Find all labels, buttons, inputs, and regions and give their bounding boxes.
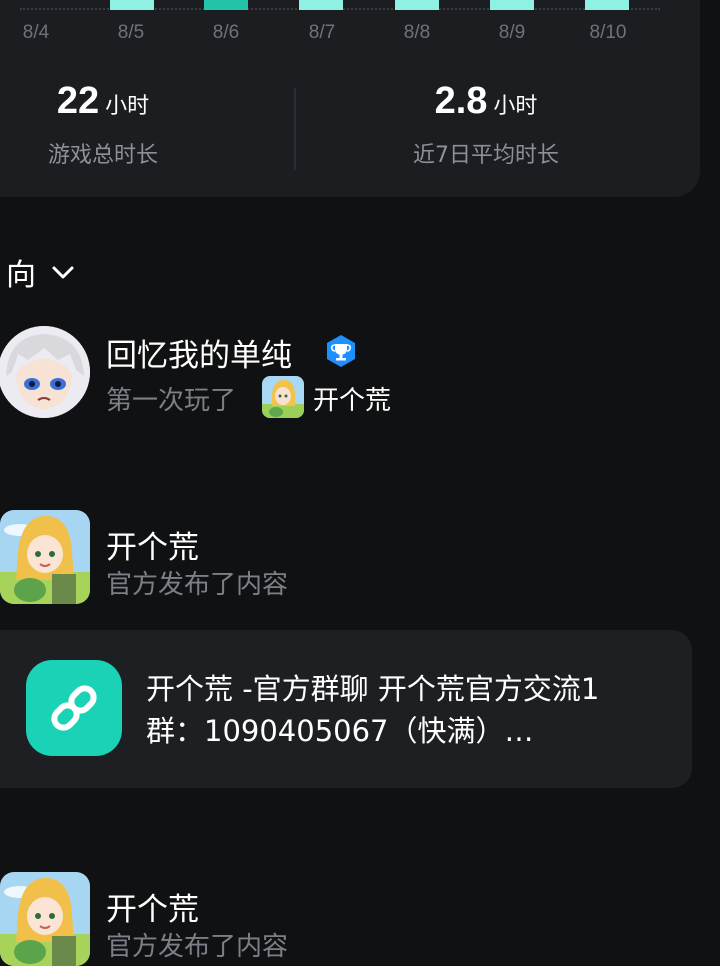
user-game-link[interactable]: 开个荒 (313, 380, 391, 417)
game-art-icon (0, 872, 90, 966)
bar-8-5[interactable] (110, 0, 154, 10)
date-label: 8/8 (403, 22, 431, 43)
bar-8-8[interactable] (395, 0, 439, 10)
avg-playtime-stat: 2.8 小时 近7日平均时长 (400, 80, 572, 169)
bar-8-7[interactable] (299, 0, 343, 10)
game-avatar[interactable] (0, 872, 90, 966)
game-thumbnail-small[interactable] (262, 376, 304, 418)
game-avatar[interactable] (0, 510, 90, 604)
bar-8-6[interactable] (204, 0, 248, 10)
date-label: 8/9 (498, 22, 526, 43)
chain-link-glyph (51, 685, 97, 731)
game-art-icon (262, 376, 304, 418)
user-game-name: 开个荒 (313, 386, 392, 416)
trophy-badge-icon (327, 335, 355, 367)
bar-8-9[interactable] (490, 0, 534, 10)
daily-bar-chart (0, 0, 720, 12)
total-playtime-stat: 22 小时 游戏总时长 (38, 80, 168, 169)
date-label: 8/10 (589, 22, 627, 43)
total-playtime-caption: 游戏总时长 (47, 143, 158, 168)
link-icon (26, 660, 122, 756)
date-label: 8/5 (117, 22, 145, 43)
official-post-title[interactable]: 开个荒 (106, 884, 199, 929)
sort-label: 向 (6, 258, 36, 293)
sort-dropdown[interactable]: 向 (6, 250, 76, 294)
official-post-title[interactable]: 开个荒 (106, 522, 199, 567)
total-playtime-unit: 小时 (105, 94, 150, 119)
official-post-action: 官方发布了内容 (106, 932, 289, 962)
game-art-icon (0, 510, 90, 604)
avg-playtime-value: 2.8 (434, 80, 488, 122)
user-avatar[interactable] (0, 326, 90, 418)
group-link-text: 开个荒 -官方群聊 开个荒官方交流1群：1090405067（快满）… (146, 672, 600, 748)
user-action-text: 第一次玩了 (106, 386, 237, 416)
anime-avatar-icon (0, 326, 90, 418)
total-playtime-value: 22 (56, 80, 100, 122)
stats-divider (294, 88, 296, 170)
date-label: 8/6 (212, 22, 240, 43)
avg-playtime-caption: 近7日平均时长 (413, 143, 559, 168)
date-label: 8/4 (22, 22, 50, 43)
avg-playtime-unit: 小时 (493, 94, 538, 119)
official-post-action: 官方发布了内容 (106, 570, 289, 600)
chevron-down-icon (52, 266, 74, 279)
date-label: 8/7 (308, 22, 336, 43)
user-name[interactable]: 回忆我的单纯 (106, 330, 292, 375)
bar-8-10[interactable] (585, 0, 629, 10)
